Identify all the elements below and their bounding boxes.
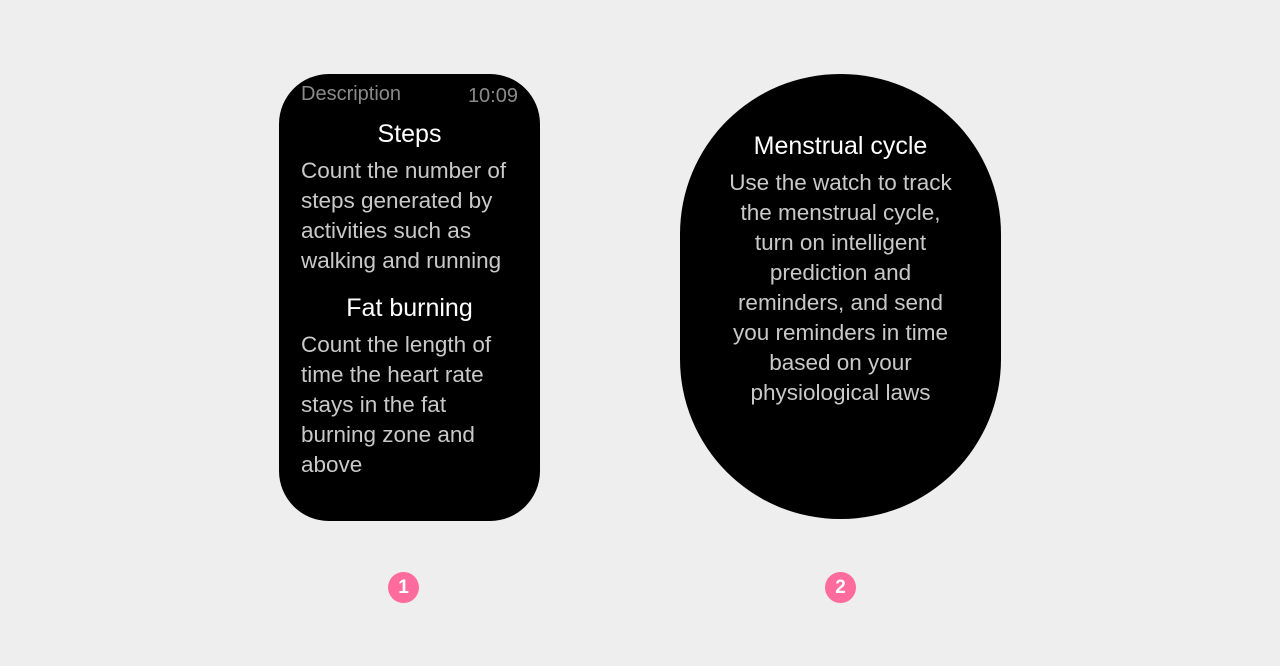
watch-screen-rectangular: Description 10:09 Steps Count the number… xyxy=(279,74,540,521)
section-heading-fat-burning: Fat burning xyxy=(346,294,473,322)
section-heading-steps: Steps xyxy=(377,120,442,148)
status-time: 10:09 xyxy=(467,85,518,107)
section-body-fat-burning: Count the length of time the heart rate … xyxy=(301,332,492,477)
badge-1: 1 xyxy=(388,572,419,603)
section-body-steps: Count the number of steps generated by a… xyxy=(301,158,507,273)
watch-screen-round: Menstrual cycle Use the watch to track t… xyxy=(680,74,1001,519)
menstrual-cycle-heading: Menstrual cycle xyxy=(753,132,928,160)
badge-2: 2 xyxy=(825,572,856,603)
status-title: Description xyxy=(301,83,402,105)
menstrual-cycle-body: Use the watch to track the menstrual cyc… xyxy=(729,170,952,405)
